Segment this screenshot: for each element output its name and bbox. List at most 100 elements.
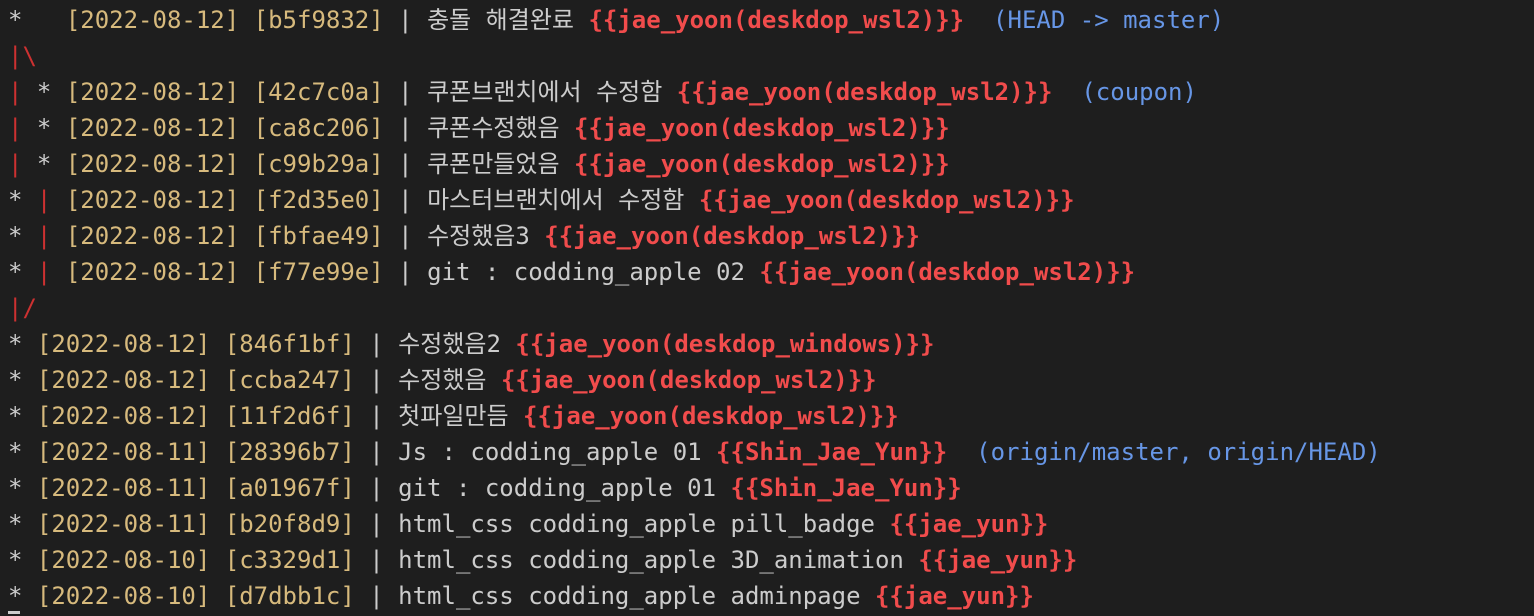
cursor — [8, 611, 20, 614]
separator: | — [398, 258, 413, 286]
commit-message: 쿠폰브랜치에서 수정함 — [427, 78, 663, 106]
log-line: * [2022-08-10] [d7dbb1c] | html_css codd… — [0, 578, 1534, 614]
commit-author: {{jae_yoon(deskdop_wsl2)}} — [588, 6, 965, 34]
commit-author: {{jae_yoon(deskdop_wsl2)}} — [544, 222, 920, 250]
commit-author: {{jae_yoon(deskdop_windows)}} — [515, 330, 935, 358]
commit-hash: [c99b29a] — [253, 150, 384, 178]
commit-date: [2022-08-12] — [36, 330, 211, 358]
commit-message: 쿠폰만들었음 — [427, 150, 560, 178]
commit-hash: [ccba247] — [224, 366, 355, 394]
commit-author: {{jae_yun}} — [889, 510, 1049, 538]
graph-segment: * | — [8, 186, 52, 214]
commit-hash: [ca8c206] — [253, 114, 384, 142]
graph-segment: * — [8, 546, 23, 574]
commit-date: [2022-08-12] — [65, 222, 240, 250]
commit-message: 충돌 해결완료 — [427, 6, 574, 34]
commit-date: [2022-08-12] — [65, 150, 240, 178]
separator: | — [398, 150, 413, 178]
commit-message: 마스터브랜치에서 수정함 — [427, 186, 685, 214]
commit-date: [2022-08-10] — [36, 546, 211, 574]
log-line: * [2022-08-12] [846f1bf] | 수정했음2 {{jae_y… — [0, 326, 1534, 362]
separator: | — [398, 222, 413, 250]
log-line: * [2022-08-12] [ccba247] | 수정했음 {{jae_yo… — [0, 362, 1534, 398]
commit-hash: [b5f9832] — [253, 6, 384, 34]
graph-segment: | * — [8, 114, 52, 142]
separator: | — [398, 114, 413, 142]
log-line: | * [2022-08-12] [ca8c206] | 쿠폰수정했음 {{ja… — [0, 110, 1534, 146]
graph-segment: * — [8, 6, 52, 34]
commit-hash: [a01967f] — [224, 474, 355, 502]
commit-date: [2022-08-12] — [65, 258, 240, 286]
commit-author: {{jae_yoon(deskdop_wsl2)}} — [574, 114, 950, 142]
commit-date: [2022-08-12] — [65, 114, 240, 142]
commit-message: git : codding_apple 02 — [427, 258, 745, 286]
graph-segment: |/ — [8, 294, 37, 322]
commit-author: {{jae_yoon(deskdop_wsl2)}} — [698, 186, 1075, 214]
log-line: * [2022-08-11] [b20f8d9] | html_css codd… — [0, 506, 1534, 542]
commit-author: {{jae_yoon(deskdop_wsl2)}} — [574, 150, 950, 178]
separator: | — [369, 510, 384, 538]
commit-author: {{jae_yoon(deskdop_wsl2)}} — [676, 78, 1053, 106]
branch-ref: (origin/master, origin/HEAD) — [976, 438, 1381, 466]
commit-hash: [d7dbb1c] — [224, 582, 355, 610]
commit-hash: [f77e99e] — [253, 258, 384, 286]
commit-author: {{Shin_Jae_Yun}} — [716, 438, 948, 466]
commit-message: git : codding_apple 01 — [398, 474, 717, 502]
commit-date: [2022-08-12] — [36, 402, 211, 430]
commit-message: 수정했음 — [398, 366, 487, 394]
commit-hash: [c3329d1] — [224, 546, 355, 574]
commit-date: [2022-08-10] — [36, 582, 211, 610]
commit-message: Js : codding_apple 01 — [398, 438, 702, 466]
graph-segment: * — [8, 474, 23, 502]
commit-hash: [28396b7] — [224, 438, 355, 466]
commit-message: html_css codding_apple 3D_animation — [398, 546, 904, 574]
commit-message: 수정했음3 — [427, 222, 530, 250]
commit-hash: [846f1bf] — [224, 330, 355, 358]
commit-date: [2022-08-12] — [65, 78, 240, 106]
graph-segment: * — [8, 330, 23, 358]
commit-author: {{jae_yoon(deskdop_wsl2)}} — [500, 366, 877, 394]
log-line: * | [2022-08-12] [f2d35e0] | 마스터브랜치에서 수정… — [0, 182, 1534, 218]
log-line: * [2022-08-12] [b5f9832] | 충돌 해결완료 {{jae… — [0, 2, 1534, 38]
log-line: * [2022-08-10] [c3329d1] | html_css codd… — [0, 542, 1534, 578]
separator: | — [369, 330, 384, 358]
graph-segment: * | — [8, 222, 52, 250]
commit-hash: [fbfae49] — [253, 222, 384, 250]
graph-segment: | * — [8, 78, 52, 106]
log-line: |\ — [0, 38, 1534, 74]
commit-date: [2022-08-11] — [36, 438, 211, 466]
log-line: * [2022-08-11] [a01967f] | git : codding… — [0, 470, 1534, 506]
commit-date: [2022-08-12] — [36, 366, 211, 394]
log-line: * | [2022-08-12] [fbfae49] | 수정했음3 {{jae… — [0, 218, 1534, 254]
commit-author: {{jae_yoon(deskdop_wsl2)}} — [523, 402, 899, 430]
graph-segment: * — [8, 582, 23, 610]
commit-author: {{jae_yun}} — [874, 582, 1034, 610]
commit-message: 첫파일만듬 — [398, 402, 509, 430]
commit-author: {{jae_yun}} — [918, 546, 1078, 574]
graph-segment: * | — [8, 258, 52, 286]
commit-hash: [f2d35e0] — [253, 186, 384, 214]
commit-hash: [b20f8d9] — [224, 510, 355, 538]
separator: | — [398, 186, 413, 214]
terminal-git-log[interactable]: * [2022-08-12] [b5f9832] | 충돌 해결완료 {{jae… — [0, 0, 1534, 616]
commit-date: [2022-08-12] — [65, 186, 240, 214]
log-line: * [2022-08-11] [28396b7] | Js : codding_… — [0, 434, 1534, 470]
commit-message: 수정했음2 — [398, 330, 501, 358]
separator: | — [398, 6, 413, 34]
branch-ref: (HEAD -> master) — [993, 6, 1225, 34]
separator: | — [369, 474, 384, 502]
graph-segment: * — [8, 402, 23, 430]
separator: | — [369, 582, 384, 610]
graph-segment: |\ — [8, 42, 37, 70]
commit-date: [2022-08-11] — [36, 510, 211, 538]
commit-author: {{Shin_Jae_Yun}} — [730, 474, 962, 502]
commit-hash: [42c7c0a] — [253, 78, 384, 106]
separator: | — [369, 366, 384, 394]
commit-date: [2022-08-12] — [65, 6, 240, 34]
separator: | — [398, 78, 413, 106]
commit-message: 쿠폰수정했음 — [427, 114, 560, 142]
log-line: * [2022-08-12] [11f2d6f] | 첫파일만듬 {{jae_y… — [0, 398, 1534, 434]
log-line: * | [2022-08-12] [f77e99e] | git : coddi… — [0, 254, 1534, 290]
log-line: |/ — [0, 290, 1534, 326]
graph-segment: * — [8, 510, 23, 538]
